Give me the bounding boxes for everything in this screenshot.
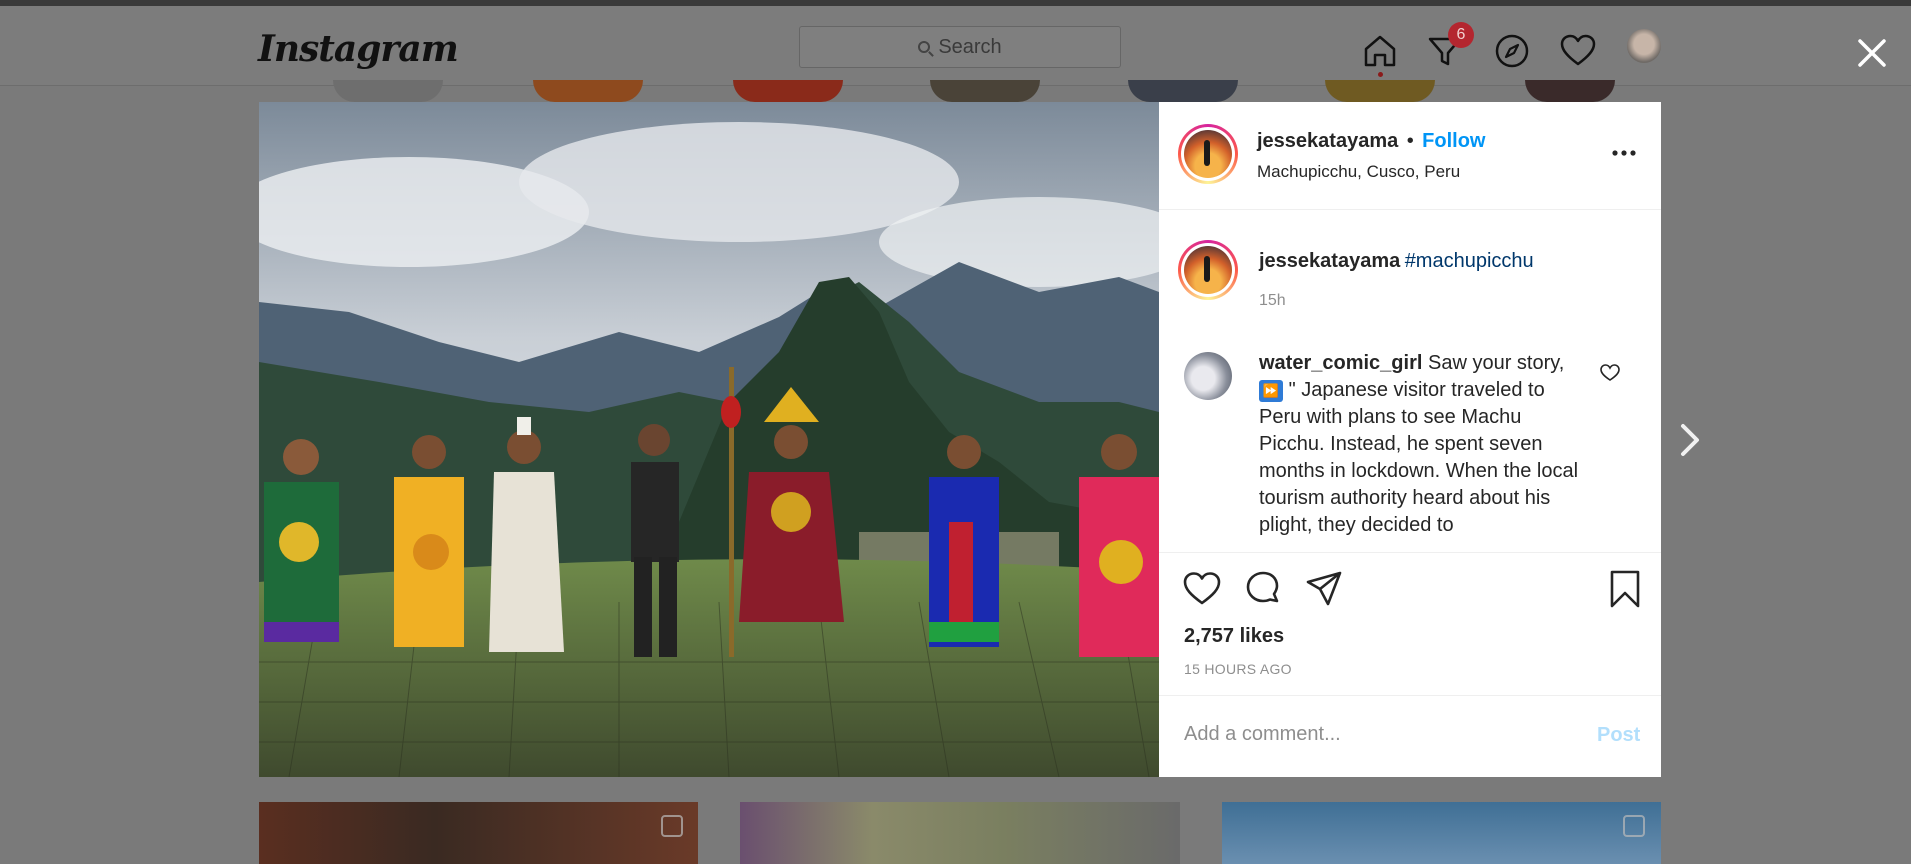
author-avatar[interactable] (1178, 124, 1238, 184)
post-location[interactable]: Machupicchu, Cusco, Peru (1257, 162, 1460, 182)
post-details-panel: jessekatayama • Follow Machupicchu, Cusc… (1159, 102, 1661, 777)
story-item[interactable] (1525, 80, 1615, 102)
follow-button[interactable]: Follow (1422, 130, 1485, 152)
story-item[interactable] (333, 80, 443, 102)
post-timestamp[interactable]: 15 HOURS AGO (1184, 661, 1292, 677)
grid-post-tile[interactable] (259, 802, 698, 864)
post-comment-button[interactable]: Post (1597, 724, 1640, 747)
instagram-logo[interactable]: Instagram (258, 28, 459, 70)
comment-like-icon[interactable] (1599, 362, 1621, 384)
add-comment-bar: Post (1159, 695, 1661, 777)
caption-hashtag[interactable]: #machupicchu (1405, 250, 1534, 272)
share-icon[interactable] (1304, 569, 1344, 609)
separator-dot: • (1406, 130, 1414, 152)
home-icon[interactable] (1360, 31, 1400, 71)
carousel-icon (1623, 815, 1645, 837)
author-username[interactable]: jessekatayama (1257, 130, 1398, 152)
story-item[interactable] (1128, 80, 1238, 102)
fast-forward-emoji: ⏩ (1259, 379, 1283, 402)
commenter-username[interactable]: water_comic_girl (1259, 352, 1422, 374)
grid-post-tile[interactable] (740, 802, 1180, 864)
post-photo[interactable] (259, 102, 1159, 777)
search-placeholder: Search (938, 35, 1002, 58)
grid-post-tile[interactable] (1222, 802, 1661, 864)
save-icon[interactable] (1605, 569, 1645, 609)
post-actions: 2,757 likes 15 HOURS AGO (1159, 552, 1661, 695)
top-nav-bar: Instagram Search (0, 6, 1911, 86)
likes-count[interactable]: 2,757 likes (1184, 625, 1284, 648)
comment-item: water_comic_girl Saw your story, ⏩ " Jap… (1259, 350, 1579, 539)
comment-text-rest: " Japanese visitor traveled to Peru with… (1259, 379, 1579, 536)
comment-text-start: Saw your story, (1427, 352, 1565, 374)
activity-heart-icon[interactable] (1558, 31, 1598, 71)
story-item[interactable] (930, 80, 1040, 102)
comment-input[interactable] (1184, 723, 1564, 746)
notification-badge: 6 (1448, 22, 1474, 48)
search-icon (918, 41, 931, 53)
profile-avatar[interactable] (1627, 29, 1661, 63)
search-box[interactable]: Search (799, 26, 1121, 68)
story-item[interactable] (533, 80, 643, 102)
next-arrow-icon[interactable] (1675, 420, 1705, 460)
comment-icon[interactable] (1243, 569, 1283, 609)
story-item[interactable] (733, 80, 843, 102)
commenter-avatar[interactable] (1184, 352, 1232, 400)
home-active-dot (1378, 72, 1383, 77)
caption-author-avatar[interactable] (1178, 240, 1238, 300)
close-icon[interactable] (1852, 33, 1892, 73)
explore-icon[interactable] (1492, 31, 1532, 71)
machu-picchu-photo (259, 102, 1159, 777)
post-header: jessekatayama • Follow Machupicchu, Cusc… (1159, 102, 1661, 210)
caption-time[interactable]: 15h (1259, 292, 1286, 310)
carousel-icon (661, 815, 683, 837)
caption-username[interactable]: jessekatayama (1259, 250, 1400, 272)
story-item[interactable] (1325, 80, 1435, 102)
more-options-icon[interactable] (1611, 148, 1637, 158)
like-icon[interactable] (1182, 569, 1222, 609)
comments-section[interactable]: jessekatayama #machupicchu 15h water_com… (1159, 210, 1661, 552)
